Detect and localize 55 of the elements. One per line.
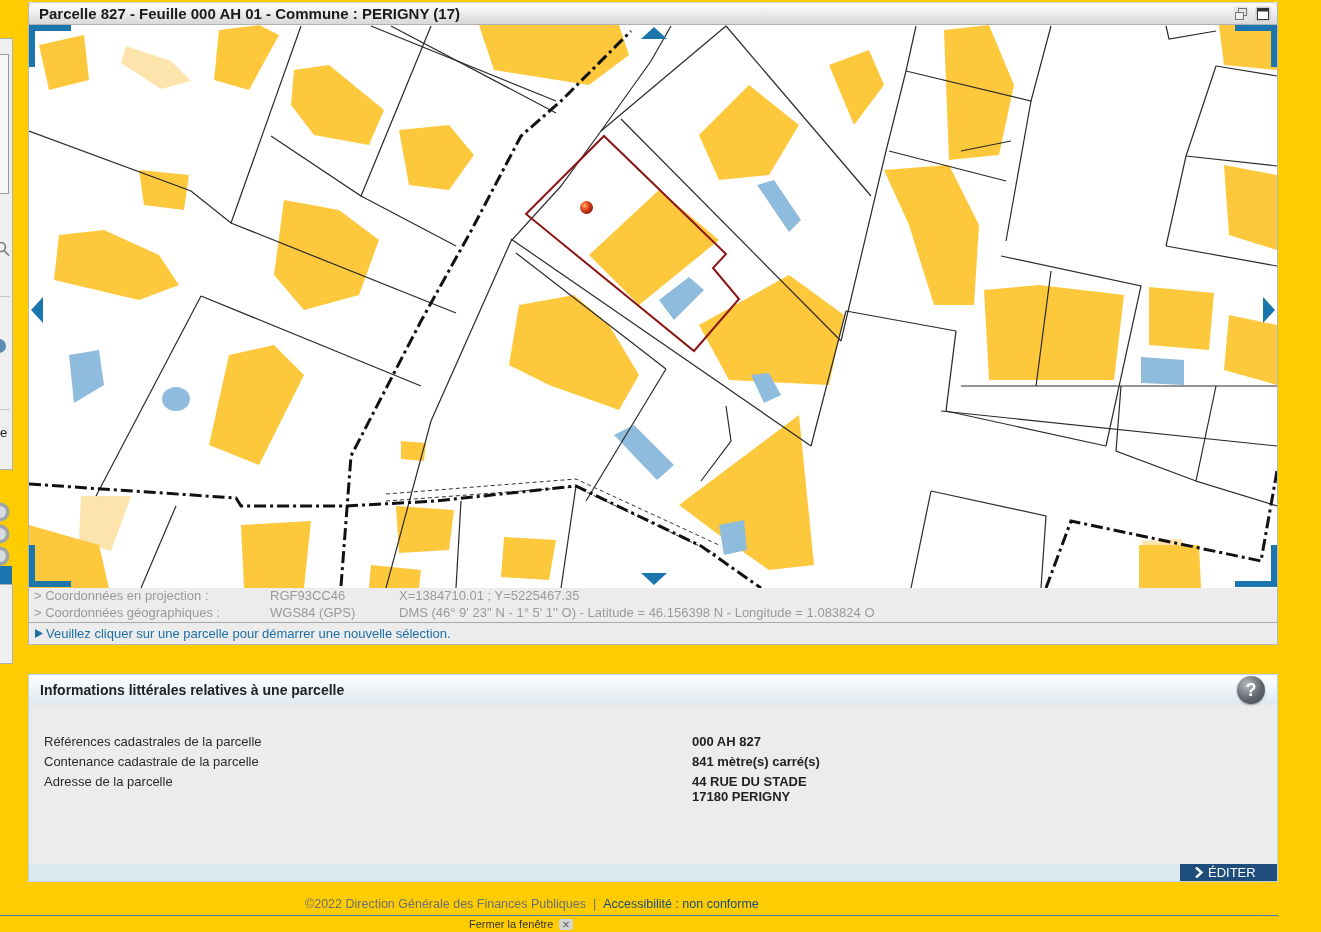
arrow-left-icon[interactable]: [31, 297, 43, 323]
panel-label: e: [0, 425, 9, 440]
copyright-text: ©2022 Direction Générale des Finances Publiques: [305, 897, 586, 912]
triangle-icon: [35, 629, 43, 638]
pool-shape: [757, 180, 801, 232]
building-shape: [121, 46, 191, 89]
close-window-link[interactable]: Fermer la fenêtre: [469, 918, 554, 931]
coordinate-system: WGS84 (GPS): [270, 605, 357, 622]
field-value: 841 mètre(s) carré(s): [692, 754, 821, 769]
building-shape: [369, 565, 421, 588]
chevron-icon: [1195, 867, 1203, 878]
field-value: 000 AH 827: [692, 734, 762, 749]
building-shape: [1224, 315, 1277, 385]
edit-button[interactable]: ÉDITER: [1180, 864, 1277, 881]
coordinate-label: > Coordonnées géographiques :: [34, 605, 222, 622]
building-shape: [401, 441, 426, 461]
location-dot-icon: [580, 201, 593, 214]
arrow-up-icon[interactable]: [641, 27, 667, 39]
building-shape: [139, 170, 189, 210]
building-shape: [39, 35, 89, 90]
corner-bracket-icon: [29, 25, 71, 67]
close-icon[interactable]: [559, 919, 574, 930]
field-value: 44 RUE DU STADE 17180 PERIGNY: [692, 774, 808, 804]
pool-shape: [659, 277, 704, 320]
building-shape: [396, 506, 454, 553]
pool-shape: [614, 425, 674, 480]
field-label: Adresse de la parcelle: [44, 774, 174, 791]
coordinate-label: > Coordonnées en projection :: [34, 588, 210, 605]
corner-bracket-icon: [29, 545, 71, 587]
boundary-line: [1165, 25, 1217, 40]
pool-shape: [751, 373, 781, 403]
corner-bracket-icon: [1235, 25, 1277, 67]
field-label: Contenance cadastrale de la parcelle: [44, 754, 260, 769]
tool-bar: [0, 566, 12, 584]
footer-separator: |: [592, 897, 597, 912]
search-icon[interactable]: [0, 242, 10, 256]
pool-shape: [719, 520, 747, 555]
pool-shape: [69, 350, 104, 403]
restore-icon[interactable]: [1233, 5, 1249, 22]
building-shape: [1149, 287, 1214, 350]
building-shape: [501, 537, 556, 580]
coordinate-system: RGF93CC46: [270, 588, 347, 605]
panel-title: Informations littérales relatives à une parcelle: [40, 680, 345, 700]
coordinate-value: DMS (46° 9' 23'' N - 1° 5' 1'' O) - Latitude = 46.156398 N - Longitude = 1.083824 O: [399, 605, 876, 622]
arrow-right-icon[interactable]: [1263, 297, 1275, 323]
window-title: Parcelle 827 - Feuille 000 AH 01 - Commune : PERIGNY (17): [39, 4, 460, 23]
pool-shape: [162, 387, 190, 411]
corner-bracket-icon: [1235, 545, 1277, 587]
arrow-down-icon[interactable]: [641, 573, 667, 585]
accessibility-link[interactable]: Accessibilité : non conforme: [603, 897, 759, 912]
maximize-icon[interactable]: [1255, 5, 1271, 22]
instruction-text: Veuillez cliquer sur une parcelle pour démarrer une nouvelle sélection.: [46, 625, 451, 642]
coordinate-value: X=1384710.01 ; Y=5225467.35: [399, 588, 581, 605]
pool-shape: [1141, 357, 1184, 385]
field-label: Références cadastrales de la parcelle: [44, 734, 263, 749]
